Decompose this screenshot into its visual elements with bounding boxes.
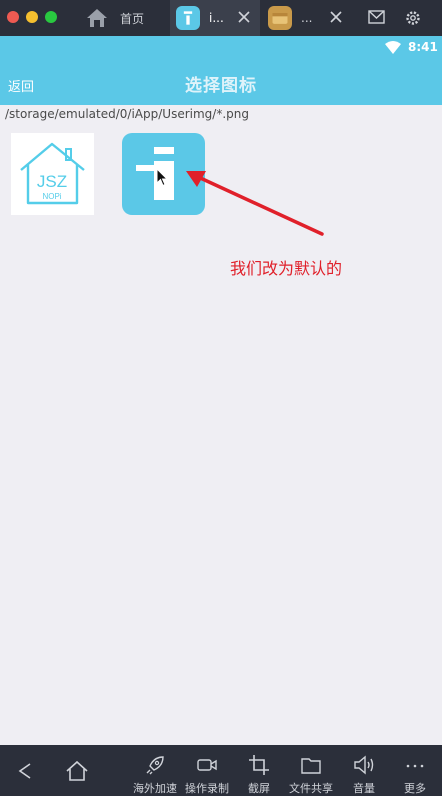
- status-time: 8:41: [408, 40, 438, 54]
- emulator-tab-bar: 首页 i... ...: [0, 0, 442, 36]
- tab-app-label: ...: [301, 11, 313, 25]
- tool-label: 操作录制: [185, 782, 229, 795]
- iapp-icon: [176, 6, 200, 30]
- volume-icon: [354, 755, 374, 775]
- more-icon: [406, 764, 424, 768]
- settings-gear-icon[interactable]: [404, 9, 422, 27]
- app-icon: [268, 6, 292, 30]
- tool-record[interactable]: 操作录制: [183, 745, 231, 796]
- tool-screenshot[interactable]: 截屏: [242, 745, 276, 796]
- tab-app[interactable]: ...: [262, 0, 352, 36]
- tab-iapp-label: i...: [209, 11, 224, 25]
- tool-overseas-accelerate[interactable]: 海外加速: [131, 745, 179, 796]
- logo-text-nopi: NOPi: [42, 192, 61, 201]
- logo-text-jsz: JSZ: [37, 172, 67, 191]
- mail-icon[interactable]: [368, 10, 385, 24]
- annotation-text: 我们改为默认的: [230, 259, 343, 278]
- annotation-arrow-icon: [186, 171, 324, 236]
- wifi-icon: [385, 41, 401, 54]
- page-title: 选择图标: [185, 76, 257, 96]
- close-tab-icon[interactable]: [236, 9, 252, 25]
- folder-icon: [301, 758, 321, 774]
- tool-label: 海外加速: [133, 782, 177, 795]
- tool-label: 音量: [353, 782, 375, 795]
- directory-path: /storage/emulated/0/iApp/Userimg/*.png: [5, 107, 249, 121]
- mouse-cursor-icon: [156, 168, 169, 187]
- app-header: 返回 选择图标: [0, 59, 442, 105]
- image-option-jsz-logo[interactable]: JSZ NOPi: [11, 133, 94, 215]
- close-tab-icon[interactable]: [328, 9, 344, 25]
- minimize-window-button[interactable]: [26, 11, 38, 23]
- jsz-logo-image: JSZ NOPi: [20, 142, 85, 205]
- emulator-bottom-toolbar: 海外加速 操作录制 截屏 文件共享 音量 更多: [0, 745, 442, 796]
- android-status-bar: 8:41: [0, 36, 442, 59]
- tool-volume[interactable]: 音量: [347, 745, 381, 796]
- tab-home[interactable]: 首页: [86, 0, 170, 36]
- video-icon: [197, 759, 217, 771]
- tool-file-share[interactable]: 文件共享: [286, 745, 336, 796]
- nav-back-icon[interactable]: [17, 762, 33, 780]
- tool-label: 更多: [404, 782, 426, 795]
- tool-label: 文件共享: [289, 782, 333, 795]
- nav-home-icon[interactable]: [65, 760, 89, 782]
- maximize-window-button[interactable]: [45, 11, 57, 23]
- crop-icon: [249, 755, 269, 775]
- rocket-icon: [146, 756, 164, 775]
- home-icon: [87, 9, 107, 27]
- close-window-button[interactable]: [7, 11, 19, 23]
- tab-home-label: 首页: [120, 11, 145, 26]
- tool-more[interactable]: 更多: [398, 745, 432, 796]
- tool-label: 截屏: [248, 782, 270, 795]
- tab-iapp[interactable]: i...: [170, 0, 260, 36]
